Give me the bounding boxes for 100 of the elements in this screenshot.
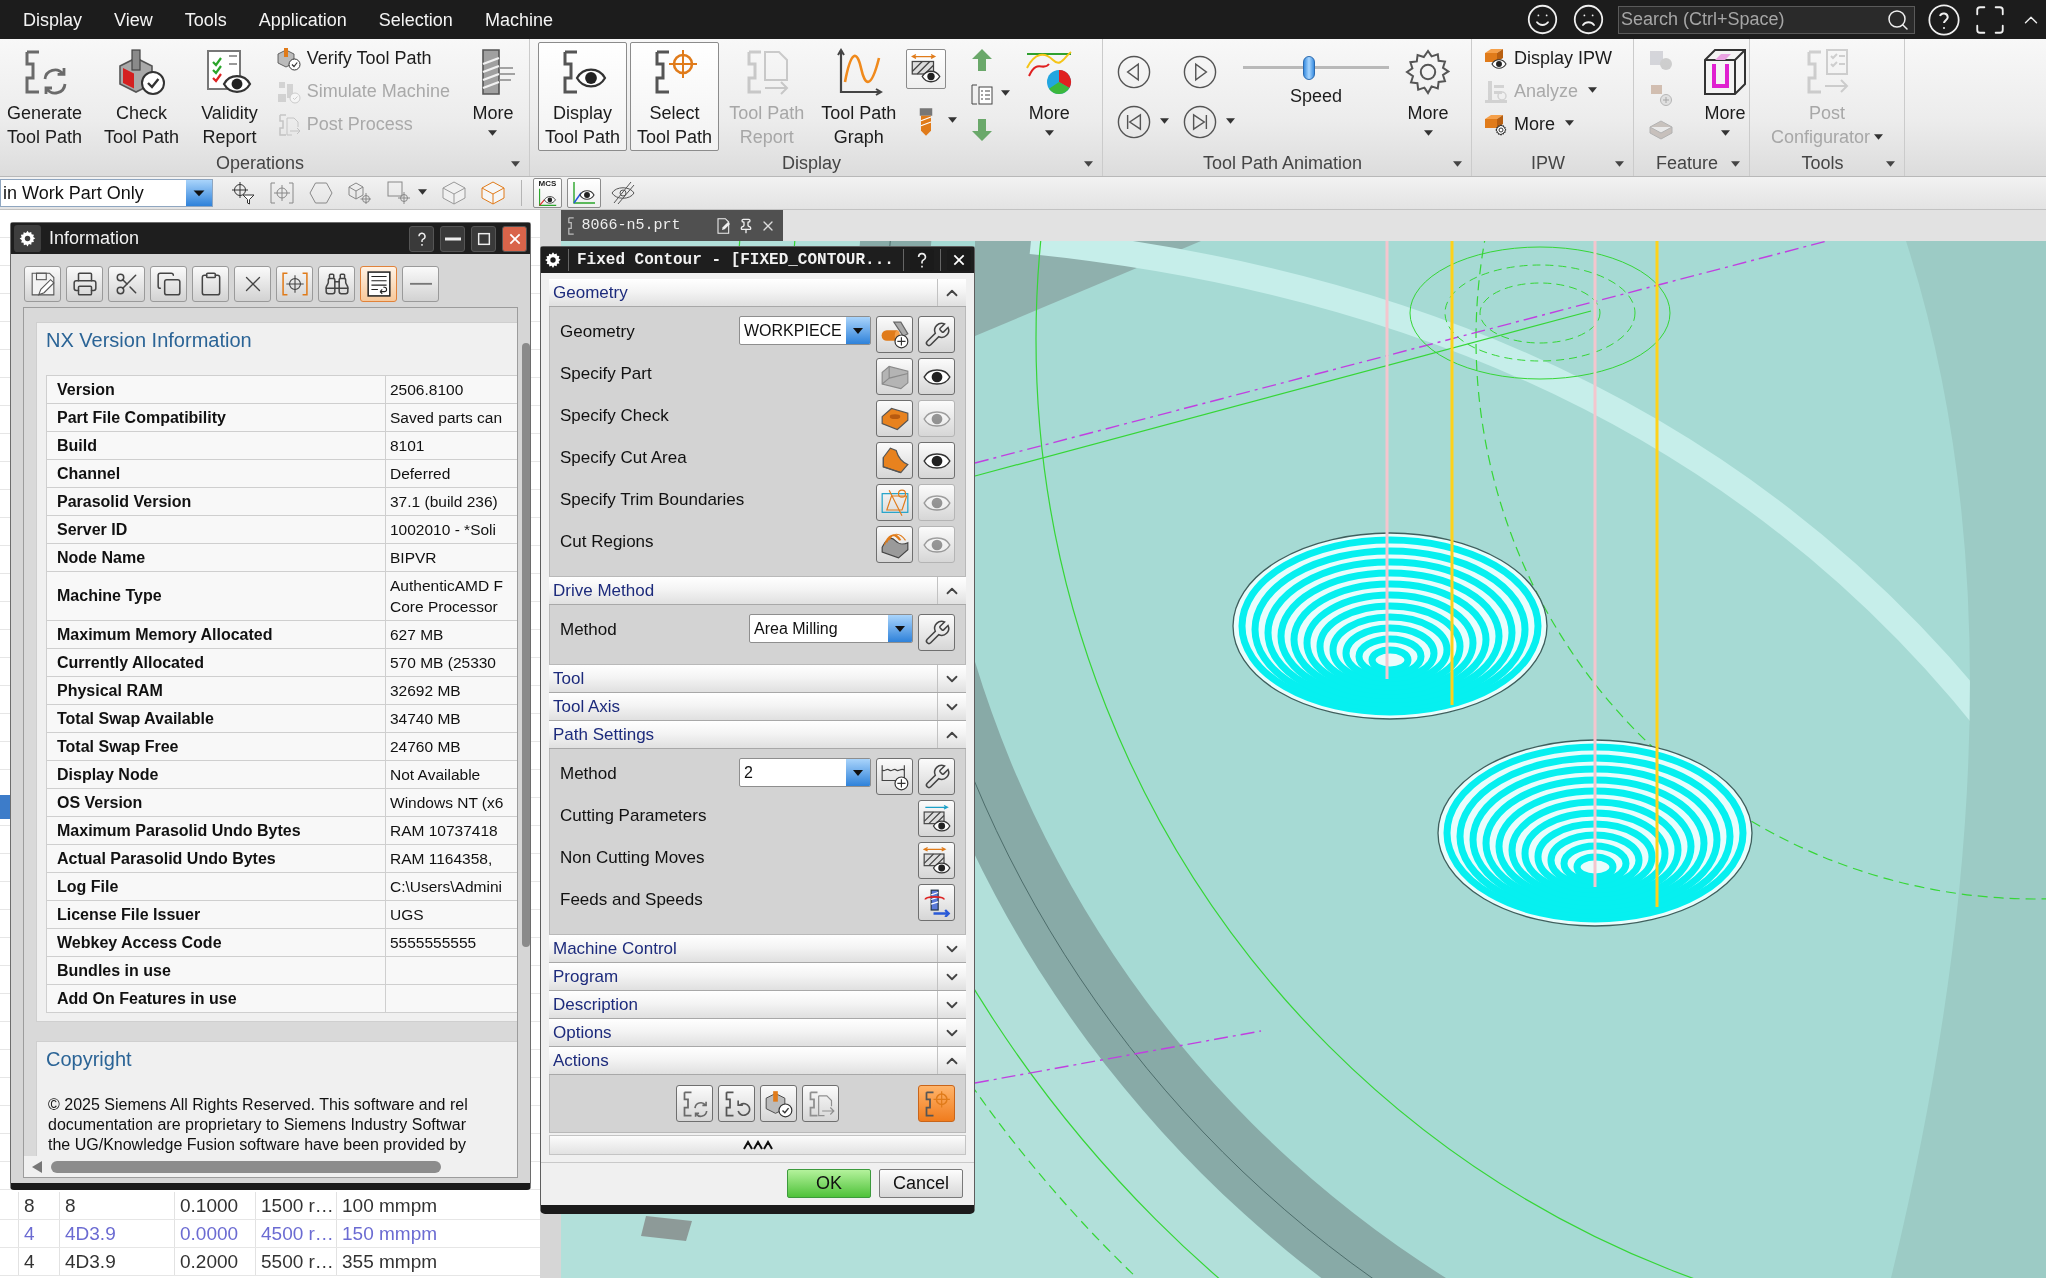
icon-button[interactable] bbox=[876, 316, 913, 353]
caret-icon[interactable] bbox=[1084, 160, 1093, 167]
toolbar-button[interactable] bbox=[24, 266, 61, 302]
section-header[interactable]: Drive Method bbox=[549, 577, 966, 605]
ribbon-button[interactable]: More bbox=[1694, 42, 1756, 151]
pin-icon[interactable] bbox=[738, 217, 754, 234]
ribbon-button[interactable]: Check Tool Path bbox=[97, 42, 187, 151]
toolbar-button[interactable] bbox=[567, 178, 601, 208]
icon-button[interactable] bbox=[918, 884, 955, 921]
action-button[interactable] bbox=[718, 1085, 755, 1122]
cube-check-icon bbox=[276, 46, 301, 71]
slider-thumb[interactable] bbox=[1302, 56, 1315, 80]
ok-button[interactable]: OK bbox=[787, 1169, 871, 1198]
caret-icon[interactable] bbox=[1731, 160, 1740, 167]
toolbar-button[interactable] bbox=[150, 266, 187, 302]
ribbon-button[interactable]: More bbox=[1480, 108, 1616, 141]
caret-icon[interactable] bbox=[511, 160, 520, 167]
scrollbar[interactable] bbox=[24, 1156, 517, 1177]
table-cell: 355 mmpm bbox=[336, 1248, 456, 1275]
menu-item[interactable]: View bbox=[98, 4, 169, 35]
display-toggle-button[interactable] bbox=[918, 526, 955, 563]
dropdown-field[interactable]: 2 bbox=[739, 758, 871, 787]
ribbon-button[interactable]: Display IPW bbox=[1480, 42, 1616, 75]
minimize-button[interactable] bbox=[440, 225, 465, 252]
tool-button[interactable] bbox=[906, 48, 947, 89]
gear-icon bbox=[1404, 48, 1452, 96]
section-header[interactable]: Path Settings bbox=[549, 721, 966, 749]
search-icon[interactable] bbox=[1886, 7, 1910, 32]
section-header[interactable]: Actions bbox=[549, 1047, 966, 1075]
icon-button[interactable] bbox=[918, 758, 955, 795]
icon-button[interactable] bbox=[918, 842, 955, 879]
section-header[interactable]: Tool bbox=[549, 665, 966, 693]
caret-icon[interactable] bbox=[1615, 160, 1624, 167]
search-field[interactable]: Search (Ctrl+Space) bbox=[1618, 5, 1915, 34]
ribbon-button[interactable]: Generate Tool Path bbox=[0, 42, 90, 151]
toolbar-button[interactable] bbox=[66, 266, 103, 302]
window-title: Fixed Contour - [FIXED_CONTOUR... bbox=[576, 251, 894, 269]
section-header[interactable]: Options bbox=[549, 1019, 966, 1047]
icon-button[interactable] bbox=[918, 800, 955, 837]
dropdown-field[interactable]: WORKPIECE bbox=[739, 316, 871, 345]
ribbon-button[interactable]: More bbox=[1018, 42, 1081, 151]
section-header[interactable]: Description bbox=[549, 991, 966, 1019]
menu-item[interactable]: Selection bbox=[362, 4, 469, 35]
arrow-left-icon[interactable] bbox=[32, 1160, 43, 1173]
menu-item[interactable]: Application bbox=[242, 4, 363, 35]
section-header[interactable]: Program bbox=[549, 963, 966, 991]
close-button[interactable] bbox=[502, 225, 527, 252]
smile-icon[interactable] bbox=[1526, 3, 1559, 36]
menu-item[interactable]: Machine bbox=[468, 4, 569, 35]
icon-button[interactable] bbox=[918, 614, 955, 651]
icon-button[interactable] bbox=[918, 316, 955, 353]
caret-icon[interactable] bbox=[1886, 160, 1895, 167]
display-toggle-button[interactable] bbox=[918, 442, 955, 479]
action-button[interactable] bbox=[918, 1085, 955, 1122]
toolbar-button[interactable]: MCS bbox=[533, 178, 562, 208]
toolbar-button[interactable] bbox=[318, 266, 355, 302]
toolbar-button[interactable] bbox=[192, 266, 229, 302]
menu-item[interactable]: Display bbox=[7, 4, 99, 35]
icon-button[interactable] bbox=[876, 758, 913, 795]
close-button[interactable] bbox=[947, 249, 971, 271]
toolbar-button[interactable] bbox=[234, 266, 271, 302]
toolbar-button[interactable] bbox=[360, 266, 397, 302]
minus-icon bbox=[409, 282, 432, 286]
ribbon-button[interactable]: More bbox=[461, 42, 524, 151]
section-header[interactable]: Geometry bbox=[549, 279, 966, 307]
ribbon-button[interactable]: Select Tool Path bbox=[630, 42, 720, 151]
ribbon-button[interactable]: More bbox=[1397, 42, 1459, 151]
scrollbar-thumb[interactable] bbox=[51, 1160, 442, 1173]
filter-dropdown[interactable]: in Work Part Only bbox=[0, 179, 213, 207]
ribbon-button[interactable]: Verify Tool Path bbox=[272, 42, 454, 75]
dropdown-field[interactable]: Area Milling bbox=[749, 614, 913, 643]
axes-eye-icon bbox=[538, 187, 557, 207]
caret-icon[interactable] bbox=[1453, 160, 1462, 167]
help-button[interactable] bbox=[409, 225, 434, 252]
section-header[interactable]: Machine Control bbox=[549, 935, 966, 963]
ribbon-button[interactable]: Validity Report bbox=[194, 42, 265, 151]
scrollbar-thumb[interactable] bbox=[522, 343, 530, 947]
menu-item[interactable]: Tools bbox=[168, 4, 243, 35]
file-tab[interactable]: 8066-n5.prt bbox=[561, 210, 783, 241]
icon-button[interactable] bbox=[876, 400, 913, 437]
action-button[interactable] bbox=[802, 1085, 839, 1122]
settings-icon[interactable] bbox=[14, 225, 41, 252]
action-button[interactable] bbox=[676, 1085, 713, 1122]
display-toggle-button[interactable] bbox=[918, 400, 955, 437]
section-header[interactable]: Tool Axis bbox=[549, 693, 966, 721]
action-button[interactable] bbox=[760, 1085, 797, 1122]
icon-button[interactable] bbox=[876, 526, 913, 563]
cancel-button[interactable]: Cancel bbox=[879, 1169, 963, 1198]
ribbon-button[interactable]: Display Tool Path bbox=[538, 42, 628, 151]
ribbon-button[interactable]: Tool Path Graph bbox=[814, 42, 904, 151]
maximize-button[interactable] bbox=[471, 225, 496, 252]
toolbar-button[interactable] bbox=[108, 266, 145, 302]
frown-icon[interactable] bbox=[1572, 3, 1605, 36]
settings-icon[interactable] bbox=[544, 251, 562, 269]
playback-button[interactable] bbox=[1117, 105, 1169, 139]
playback-button[interactable] bbox=[1183, 105, 1235, 139]
help-icon[interactable] bbox=[1928, 3, 1960, 36]
icon-button[interactable] bbox=[876, 442, 913, 479]
display-toggle-button[interactable] bbox=[918, 484, 955, 521]
display-toggle-button[interactable] bbox=[918, 358, 955, 395]
